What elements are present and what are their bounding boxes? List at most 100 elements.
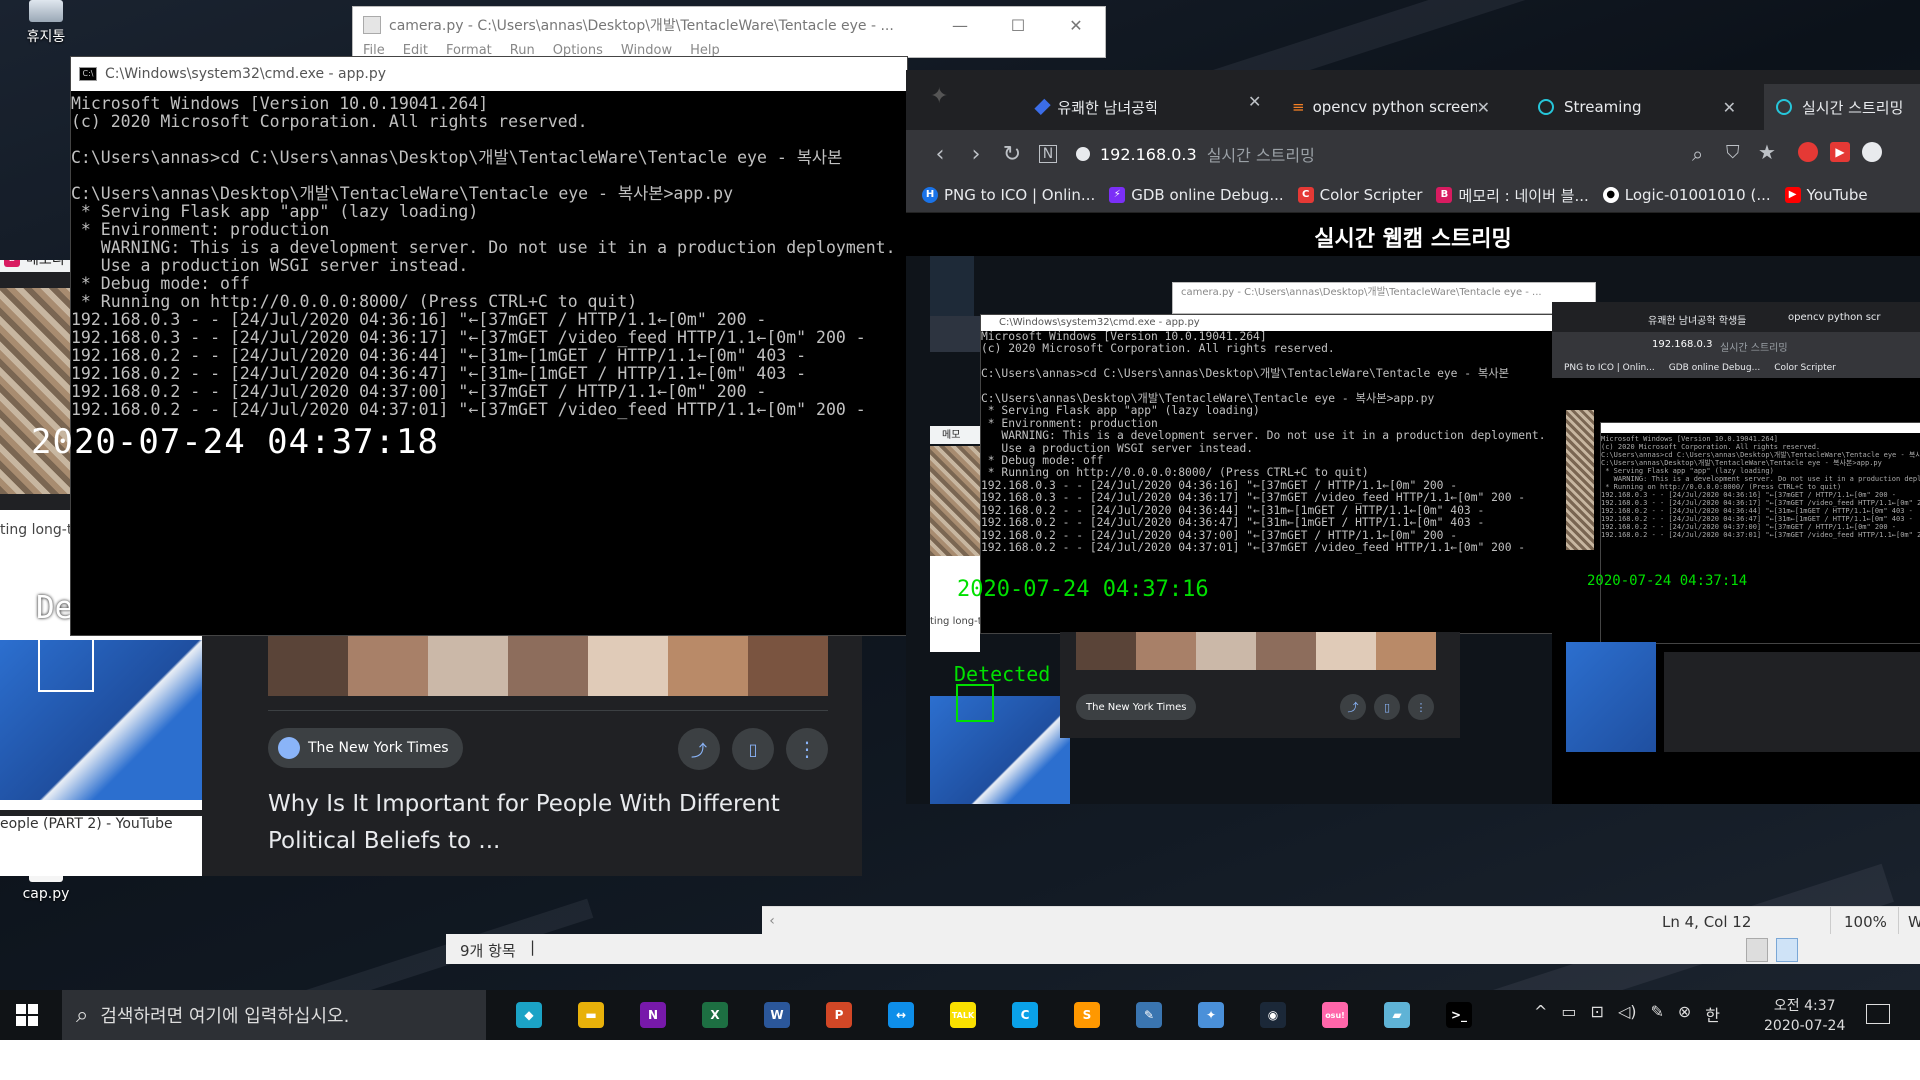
bookmark-png-to-ico[interactable]: H PNG to ICO | Onlin... bbox=[922, 186, 1095, 204]
reload-button[interactable]: ↻ bbox=[994, 142, 1030, 167]
console-output[interactable]: Microsoft Windows [Version 10.0.19041.26… bbox=[71, 91, 907, 419]
ime-indicator[interactable]: 한 bbox=[1705, 1002, 1720, 1026]
item-count: 9개 항목 bbox=[460, 942, 516, 960]
tab-2[interactable]: ≡ opencv python screen c ✕ bbox=[1280, 84, 1502, 130]
app-blue-icon: ▰ bbox=[1384, 1002, 1410, 1028]
show-hidden-icons[interactable]: ^ bbox=[1534, 1002, 1547, 1026]
status-divider bbox=[1898, 907, 1899, 937]
close-button[interactable]: ✕ bbox=[1047, 7, 1105, 43]
taskbar-app-13[interactable]: osu! bbox=[1304, 990, 1366, 1040]
scroll-left-icon[interactable]: ‹ bbox=[762, 907, 782, 935]
bookmark-youtube[interactable]: ▶ YouTube bbox=[1784, 186, 1868, 204]
bookmark-color-scripter[interactable]: C Color Scripter bbox=[1297, 186, 1422, 204]
stream-bookmark-label: 메모 bbox=[942, 430, 961, 441]
taskbar-search-box[interactable]: ⌕ 검색하려면 여기에 입력하십시오. bbox=[62, 990, 486, 1040]
news-card[interactable]: The New York Times ⤴ ▯ ⋮ Why Is It Impor… bbox=[238, 634, 862, 876]
action-center-icon[interactable] bbox=[1866, 1004, 1890, 1024]
chrome-window[interactable]: ✦ 유쾌한 남녀공학 학생들 ✕ ≡ opencv python screen … bbox=[906, 70, 1920, 804]
forward-button[interactable]: › bbox=[958, 142, 994, 167]
bookmark-button[interactable]: ▯ bbox=[732, 728, 774, 770]
details-view-icon[interactable] bbox=[1746, 938, 1768, 962]
console-line: 192.168.0.2 - - [24/Jul/2020 04:37:01] "… bbox=[71, 400, 866, 419]
back-button[interactable]: ‹ bbox=[922, 142, 958, 167]
taskbar-app-14[interactable]: ▰ bbox=[1366, 990, 1428, 1040]
teamviewer-icon: ↔ bbox=[888, 1002, 914, 1028]
menu-edit[interactable]: Edit bbox=[403, 43, 428, 57]
pen-icon[interactable]: ✎ bbox=[1650, 1002, 1663, 1026]
taskbar-app-11[interactable]: ✦ bbox=[1180, 990, 1242, 1040]
video-caption[interactable]: ting long-t bbox=[0, 522, 72, 538]
recycle-bin-icon bbox=[29, 0, 63, 22]
clock[interactable]: 오전 4:37 2020-07-24 bbox=[1764, 996, 1845, 1036]
menu-window[interactable]: Window bbox=[621, 43, 672, 57]
stream-nested-bookmarks: PNG to ICO | Onlin... GDB online Debug..… bbox=[1552, 358, 1920, 378]
shield-icon[interactable]: ⛉ bbox=[1726, 142, 1740, 163]
extension-icon[interactable] bbox=[1798, 142, 1818, 162]
taskbar-app-10[interactable]: ✎ bbox=[1118, 990, 1180, 1040]
console-line: Use a production WSGI server instead. bbox=[71, 256, 469, 275]
battery-icon[interactable]: ▭ bbox=[1561, 1002, 1576, 1026]
taskbar-app-8[interactable]: C bbox=[994, 990, 1056, 1040]
console-line: (c) 2020 Microsoft Corporation. All righ… bbox=[71, 112, 588, 131]
taskbar-app-3[interactable]: X bbox=[684, 990, 746, 1040]
large-icons-view-icon[interactable] bbox=[1776, 938, 1798, 962]
tab-close-icon[interactable]: ✕ bbox=[1723, 98, 1736, 117]
taskbar-app-9[interactable]: S bbox=[1056, 990, 1118, 1040]
star-icon[interactable]: ★ bbox=[1758, 140, 1776, 164]
naver-home-icon[interactable]: N bbox=[1030, 145, 1066, 163]
taskbar-app-4[interactable]: W bbox=[746, 990, 808, 1040]
more-button[interactable]: ⋮ bbox=[786, 728, 828, 770]
menu-file[interactable]: File bbox=[363, 43, 385, 57]
stream-nested-toolbar: 192.168.0.3 실시간 스트리밍 bbox=[1552, 332, 1920, 358]
taskbar-app-1[interactable]: ▬ bbox=[560, 990, 622, 1040]
streaming-favicon-icon bbox=[1776, 99, 1792, 115]
network-icon[interactable]: ⊡ bbox=[1591, 1002, 1604, 1026]
bookmark-naver-blog[interactable]: B 메모리 : 네이버 블... bbox=[1436, 185, 1589, 206]
taskbar-app-2[interactable]: N bbox=[622, 990, 684, 1040]
menu-format[interactable]: Format bbox=[446, 43, 492, 57]
taskbar-app-5[interactable]: P bbox=[808, 990, 870, 1040]
tab-close-icon[interactable]: ✕ bbox=[1477, 98, 1490, 117]
volume-icon[interactable]: ◁) bbox=[1618, 1002, 1637, 1026]
console-line: C:\Users\annas\Desktop\개발\TentacleWare\T… bbox=[981, 392, 1435, 406]
youtube-ext-icon[interactable]: ▶ bbox=[1830, 142, 1850, 162]
taskbar-app-7[interactable]: TALK bbox=[932, 990, 994, 1040]
stream-nested-cmd: Microsoft Windows [Version 10.0.19041.26… bbox=[1587, 422, 1920, 644]
tab-3[interactable]: Streaming ✕ bbox=[1526, 84, 1748, 130]
tab-close-icon[interactable]: ✕ bbox=[1248, 92, 1261, 111]
news-source-chip[interactable]: The New York Times bbox=[268, 728, 463, 768]
tab-4-active[interactable]: 실시간 스트리밍 bbox=[1764, 84, 1920, 130]
stream-news-card: The New York Times ⤴ ▯ ⋮ bbox=[1060, 632, 1460, 738]
download-ext-icon[interactable] bbox=[1862, 142, 1882, 162]
taskbar-app-0[interactable]: ◆ bbox=[498, 990, 560, 1040]
start-button[interactable] bbox=[14, 1002, 40, 1028]
cmd-window[interactable]: C:\ C:\Windows\system32\cmd.exe - app.py… bbox=[31, 56, 908, 636]
zoom-icon[interactable]: ⌕ bbox=[1692, 142, 1703, 166]
bookmark-item[interactable]: B 메모리 bbox=[0, 260, 70, 272]
tray-close-icon[interactable]: ⊗ bbox=[1678, 1002, 1691, 1026]
video-caption-2[interactable]: eople (PART 2) - YouTube bbox=[0, 816, 202, 876]
bookmark-gdb-online[interactable]: ⚡ GDB online Debug... bbox=[1109, 186, 1284, 204]
stream-timestamp: 2020-07-24 04:37:16 bbox=[957, 577, 1209, 602]
recycle-bin-desktop-icon[interactable]: 휴지통 bbox=[8, 0, 84, 46]
stream-detected-label: Detected bbox=[954, 662, 1051, 686]
taskbar-app-6[interactable]: ↔ bbox=[870, 990, 932, 1040]
maximize-button[interactable]: ☐ bbox=[989, 7, 1047, 43]
menu-help[interactable]: Help bbox=[690, 43, 720, 57]
menu-options[interactable]: Options bbox=[553, 43, 603, 57]
share-button[interactable]: ⤴ bbox=[678, 728, 720, 770]
menu-run[interactable]: Run bbox=[510, 43, 535, 57]
address-bar[interactable]: 192.168.0.3 실시간 스트리밍 bbox=[1076, 138, 1315, 170]
tab-1[interactable]: 유쾌한 남녀공학 학생들 bbox=[1026, 84, 1168, 130]
page-heading: 실시간 웹캠 스트리밍 bbox=[1314, 227, 1512, 252]
python-editor-window[interactable]: camera.py - C:\Users\annas\Desktop\개발\Te… bbox=[352, 6, 1106, 58]
news-headline[interactable]: Why Is It Important for People With Diff… bbox=[268, 786, 828, 860]
taskbar-app-15[interactable]: >_ bbox=[1428, 990, 1490, 1040]
minimize-button[interactable]: — bbox=[931, 7, 989, 43]
console-line: Microsoft Windows [Version 10.0.19041.26… bbox=[981, 330, 1267, 343]
bookmark-github[interactable]: ● Logic-01001010 (... bbox=[1602, 186, 1771, 204]
status-divider bbox=[1830, 907, 1831, 937]
tab-label: 유쾌한 남녀공학 학생들 bbox=[1057, 98, 1156, 117]
crowd-thumbnail[interactable] bbox=[0, 288, 72, 494]
taskbar-app-12[interactable]: ◉ bbox=[1242, 990, 1304, 1040]
